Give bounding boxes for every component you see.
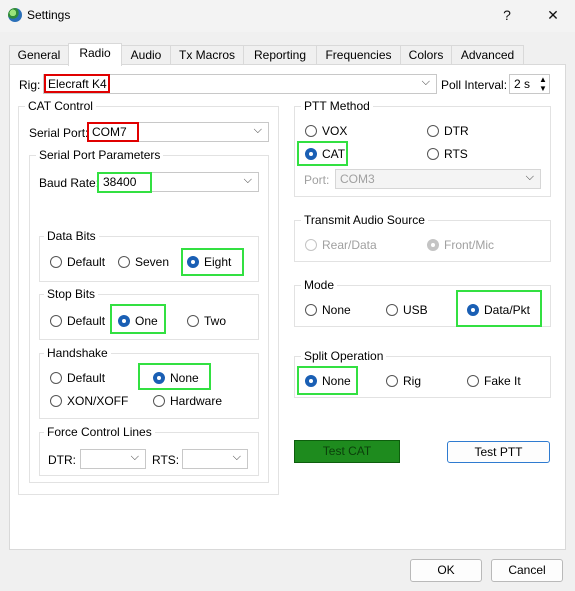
window-title: Settings — [27, 8, 71, 22]
handshake-title: Handshake — [44, 346, 111, 360]
radio-icon — [50, 395, 62, 407]
split-fake-it-radio[interactable]: Fake It — [467, 374, 521, 388]
data-bits-highlight — [181, 248, 244, 276]
tab-frequencies[interactable]: Frequencies — [316, 45, 401, 65]
help-button[interactable]: ? — [497, 7, 517, 23]
ok-button[interactable]: OK — [410, 559, 482, 582]
handshake-highlight — [138, 363, 211, 390]
tab-general[interactable]: General — [9, 45, 69, 65]
chevron-down-icon: ⌵ — [421, 76, 430, 88]
radio-icon — [50, 372, 62, 384]
mode-none-radio[interactable]: None — [305, 303, 351, 317]
mode-highlight — [456, 290, 542, 327]
poll-interval-value: 2 s — [514, 77, 531, 91]
handshake-hardware-radio[interactable]: Hardware — [153, 394, 222, 408]
radio-icon — [386, 304, 398, 316]
audio-front-mic-radio[interactable]: Front/Mic — [427, 238, 494, 252]
tab-tx-macros[interactable]: Tx Macros — [170, 45, 244, 65]
radio-icon — [50, 256, 62, 268]
radio-icon — [50, 315, 62, 327]
radio-icon — [305, 239, 317, 251]
rig-highlight — [44, 74, 110, 93]
cat-control-title: CAT Control — [25, 99, 96, 113]
radio-icon — [427, 125, 439, 137]
chevron-down-icon: ⌵ — [525, 171, 534, 183]
serial-params-title: Serial Port Parameters — [36, 148, 164, 162]
rts-label: RTS: — [152, 453, 180, 467]
stop-bits-title: Stop Bits — [44, 287, 99, 301]
radio-icon — [153, 395, 165, 407]
dtr-label: DTR: — [48, 453, 76, 467]
force-control-title: Force Control Lines — [44, 425, 155, 439]
stop-bits-highlight — [110, 304, 166, 334]
ptt-method-title: PTT Method — [301, 99, 373, 113]
ptt-vox-radio[interactable]: VOX — [305, 124, 347, 138]
title-bar: Settings ? ✕ — [0, 0, 575, 32]
radio-icon — [427, 148, 439, 160]
chevron-down-icon: ⌵ — [130, 451, 139, 463]
radio-icon — [467, 375, 479, 387]
radio-icon — [118, 256, 130, 268]
chevron-down-icon: ⌵ — [253, 124, 262, 136]
radio-icon — [187, 315, 199, 327]
test-cat-button[interactable]: Test CAT — [294, 440, 400, 463]
serial-port-highlight — [87, 122, 139, 142]
mode-usb-radio[interactable]: USB — [386, 303, 428, 317]
app-globe-icon — [8, 8, 22, 22]
stop-bits-two-radio[interactable]: Two — [187, 314, 226, 328]
spin-arrows-icon[interactable]: ▲ ▼ — [538, 75, 548, 93]
baud-rate-label: Baud Rate: — [39, 176, 100, 190]
tab-audio[interactable]: Audio — [121, 45, 171, 65]
stop-bits-default-radio[interactable]: Default — [50, 314, 105, 328]
ptt-dtr-radio[interactable]: DTR — [427, 124, 469, 138]
ptt-port-select[interactable]: COM3 ⌵ — [335, 169, 541, 189]
data-bits-title: Data Bits — [44, 229, 99, 243]
ptt-port-label: Port: — [304, 173, 330, 187]
data-bits-seven-radio[interactable]: Seven — [118, 255, 169, 269]
ptt-port-value: COM3 — [340, 172, 375, 186]
handshake-xonxoff-radio[interactable]: XON/XOFF — [50, 394, 128, 408]
baud-rate-highlight — [97, 172, 152, 193]
radio-icon — [386, 375, 398, 387]
split-operation-title: Split Operation — [301, 349, 387, 363]
ptt-cat-highlight — [297, 141, 348, 166]
rts-select[interactable]: ⌵ — [182, 449, 248, 469]
handshake-default-radio[interactable]: Default — [50, 371, 105, 385]
tab-colors[interactable]: Colors — [400, 45, 452, 65]
ptt-rts-radio[interactable]: RTS — [427, 147, 468, 161]
chevron-down-icon: ⌵ — [243, 174, 252, 186]
split-rig-radio[interactable]: Rig — [386, 374, 421, 388]
tab-reporting[interactable]: Reporting — [243, 45, 317, 65]
poll-interval-label: Poll Interval: — [441, 78, 508, 92]
split-highlight — [297, 366, 358, 395]
radio-selected-icon — [427, 239, 439, 251]
tab-radio[interactable]: Radio — [68, 43, 122, 66]
tab-advanced[interactable]: Advanced — [451, 45, 524, 65]
dtr-select[interactable]: ⌵ — [80, 449, 146, 469]
audio-rear-data-radio[interactable]: Rear/Data — [305, 238, 377, 252]
serial-port-label: Serial Port: — [29, 126, 89, 140]
rig-label: Rig: — [19, 78, 41, 92]
poll-interval-spinbox[interactable]: 2 s ▲ ▼ — [509, 74, 550, 94]
test-ptt-button[interactable]: Test PTT — [447, 441, 550, 463]
transmit-audio-title: Transmit Audio Source — [301, 213, 428, 227]
chevron-down-icon: ⌵ — [232, 451, 241, 463]
data-bits-default-radio[interactable]: Default — [50, 255, 105, 269]
cancel-button[interactable]: Cancel — [491, 559, 563, 582]
radio-icon — [305, 304, 317, 316]
close-button[interactable]: ✕ — [543, 7, 563, 24]
mode-title: Mode — [301, 278, 338, 292]
radio-icon — [305, 125, 317, 137]
